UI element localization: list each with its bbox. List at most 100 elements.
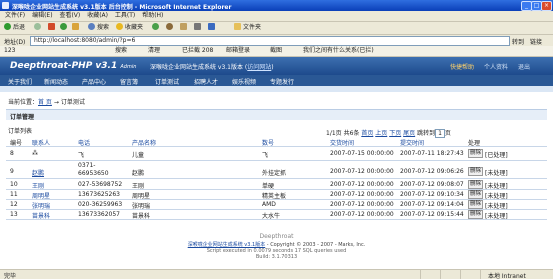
nav-about[interactable]: 关于我们 bbox=[8, 77, 32, 86]
addon-message[interactable]: 我们之间有什么关系(已拦) bbox=[303, 46, 374, 56]
cell-delivery: 2007-07-12 00:00:00 bbox=[330, 201, 394, 208]
divider bbox=[6, 209, 547, 210]
mail-login-button[interactable]: 邮箱登录 bbox=[226, 46, 250, 56]
browser-toolbar: 后退 搜索 收藏夹 文件夹 bbox=[0, 22, 553, 35]
security-zone: 本地 Intranet bbox=[488, 273, 526, 280]
page-select[interactable]: 1 bbox=[435, 129, 445, 138]
menu-help[interactable]: 帮助(H) bbox=[142, 11, 163, 21]
nav-products[interactable]: 产品中心 bbox=[82, 77, 106, 86]
cell-qty: AMD bbox=[262, 201, 276, 208]
app-header: Deepthroat-PHP v3.1 Admin 深喉咙企业网站生成系统 v3… bbox=[0, 57, 553, 75]
quick-help-link[interactable]: 快捷帮助 bbox=[450, 62, 474, 71]
menu-edit[interactable]: 编辑(E) bbox=[32, 11, 52, 21]
menu-tools[interactable]: 工具(T) bbox=[115, 11, 135, 21]
profile-link[interactable]: 个人资料 bbox=[484, 62, 508, 71]
cell-delivery: 2007-07-12 00:00:00 bbox=[330, 211, 394, 218]
footer-copyright: 深喉咙企业网站生成系统 v3.1版本 - Copyright © 2003 - … bbox=[187, 242, 366, 248]
window-title-bar: 深喉咙企业网站生成系统 v3.1版本 后台控制 - Microsoft Inte… bbox=[0, 0, 553, 11]
visit-site-link[interactable]: 访问网站 bbox=[247, 64, 271, 71]
media-button[interactable] bbox=[152, 23, 161, 33]
cell-id: 12 bbox=[10, 201, 18, 208]
cell-submitted: 2007-07-12 09:15:44 bbox=[400, 211, 464, 218]
divider bbox=[6, 189, 547, 190]
history-icon bbox=[166, 23, 173, 30]
menu-view[interactable]: 查看(V) bbox=[59, 11, 80, 21]
cell-id: 10 bbox=[10, 181, 18, 188]
cell-product: 赵鹏 bbox=[132, 170, 145, 177]
cell-id: 9 bbox=[10, 168, 14, 175]
address-input[interactable]: http://localhost:8080/admin/?p=6 bbox=[30, 36, 510, 46]
back-button[interactable]: 后退 bbox=[4, 23, 25, 33]
search-button[interactable]: 搜索 bbox=[88, 23, 109, 33]
back-arrow-icon bbox=[4, 23, 11, 30]
delete-button[interactable]: 删除 bbox=[468, 167, 484, 176]
go-button[interactable]: 转到 bbox=[512, 37, 524, 46]
printer-icon bbox=[194, 23, 201, 30]
address-label: 地址(D) bbox=[4, 39, 26, 46]
cell-contact[interactable]: ⁂ bbox=[32, 150, 38, 157]
links-button[interactable]: 链接 bbox=[530, 37, 542, 46]
cell-submitted: 2007-07-12 09:06:26 bbox=[400, 168, 464, 175]
mail-icon bbox=[180, 23, 187, 30]
divider bbox=[6, 160, 547, 161]
addon-clean-button[interactable]: 清理 bbox=[148, 46, 160, 56]
addon-search-button[interactable]: 搜索 bbox=[115, 46, 127, 56]
delete-button[interactable]: 删除 bbox=[468, 210, 484, 219]
cell-product: 儿童 bbox=[132, 152, 145, 159]
edit-button[interactable] bbox=[208, 23, 217, 33]
cell-contact[interactable]: 赵鹏 bbox=[32, 168, 44, 177]
home-button[interactable] bbox=[72, 23, 81, 33]
close-button[interactable]: × bbox=[541, 1, 552, 11]
cell-delivery: 2007-07-15 00:00:00 bbox=[330, 150, 394, 157]
pager-next-link[interactable]: 下页 bbox=[389, 130, 401, 137]
delete-button[interactable]: 删除 bbox=[468, 149, 484, 158]
cell-id: 11 bbox=[10, 191, 18, 198]
history-button[interactable] bbox=[166, 23, 175, 33]
refresh-icon bbox=[60, 23, 67, 30]
pager-prev-link[interactable]: 上页 bbox=[375, 130, 387, 137]
breadcrumb: 当前位置：首 页 → 订单测试 bbox=[8, 99, 85, 106]
print-button[interactable] bbox=[194, 23, 203, 33]
popup-blocked-badge[interactable]: 已拦截 208 bbox=[182, 46, 213, 56]
mail-button[interactable] bbox=[180, 23, 189, 33]
nav-news[interactable]: 新闻动态 bbox=[44, 77, 68, 86]
star-icon bbox=[116, 23, 123, 30]
footer-brand: Deepthroat bbox=[259, 233, 294, 240]
status-badge[interactable]: [已处理] bbox=[485, 150, 508, 159]
favorites-button[interactable]: 收藏夹 bbox=[116, 23, 143, 33]
list-title: 订单列表 bbox=[8, 128, 33, 135]
cell-phone: 0371-66953650 bbox=[78, 162, 109, 177]
pager-first-link[interactable]: 首页 bbox=[361, 130, 373, 137]
pager-last-link[interactable]: 尾页 bbox=[403, 130, 415, 137]
status-badge[interactable]: [未处理] bbox=[485, 168, 508, 177]
cell-phone: 13673362057 bbox=[78, 211, 120, 218]
cell-phone: 13673625263 bbox=[78, 191, 120, 198]
addon-dropdown[interactable]: 123 bbox=[4, 46, 15, 56]
folders-button[interactable]: 文件夹 bbox=[234, 23, 261, 33]
delete-button[interactable]: 删除 bbox=[468, 190, 484, 199]
cell-qty: 飞 bbox=[262, 152, 269, 159]
delete-button[interactable]: 删除 bbox=[468, 200, 484, 209]
nav-order-test[interactable]: 订单测试 bbox=[155, 77, 179, 86]
app-logo: Deepthroat-PHP v3.1 Admin bbox=[10, 61, 137, 71]
stop-button[interactable] bbox=[48, 23, 57, 33]
refresh-button[interactable] bbox=[60, 23, 69, 33]
footer-build: Build: 3.1.70313 bbox=[255, 254, 298, 260]
status-text: 完毕 bbox=[4, 273, 17, 280]
nav-guestbook[interactable]: 留言簿 bbox=[120, 77, 138, 86]
cell-id: 8 bbox=[10, 150, 14, 157]
cell-phone: 飞 bbox=[78, 152, 85, 159]
menu-bar: 文件(F) 编辑(E) 查看(V) 收藏(A) 工具(T) 帮助(H) bbox=[0, 11, 553, 22]
screenshot-button[interactable]: 截图 bbox=[270, 46, 282, 56]
nav-topics[interactable]: 专题发行 bbox=[270, 77, 294, 86]
menu-favorites[interactable]: 收藏(A) bbox=[87, 11, 108, 21]
breadcrumb-home-link[interactable]: 首 页 bbox=[38, 99, 52, 106]
system-name: 深喉咙企业网站生成系统 v3.1版本 (访问网站) bbox=[150, 64, 274, 71]
forward-button[interactable] bbox=[34, 23, 43, 33]
main-nav: 关于我们 新闻动态 产品中心 留言簿 订单测试 招聘人才 娱乐视频 专题发行 bbox=[0, 75, 553, 86]
logout-link[interactable]: 退出 bbox=[518, 62, 530, 71]
nav-jobs[interactable]: 招聘人才 bbox=[194, 77, 218, 86]
menu-file[interactable]: 文件(F) bbox=[5, 11, 25, 21]
nav-video[interactable]: 娱乐视频 bbox=[232, 77, 256, 86]
delete-button[interactable]: 删除 bbox=[468, 180, 484, 189]
